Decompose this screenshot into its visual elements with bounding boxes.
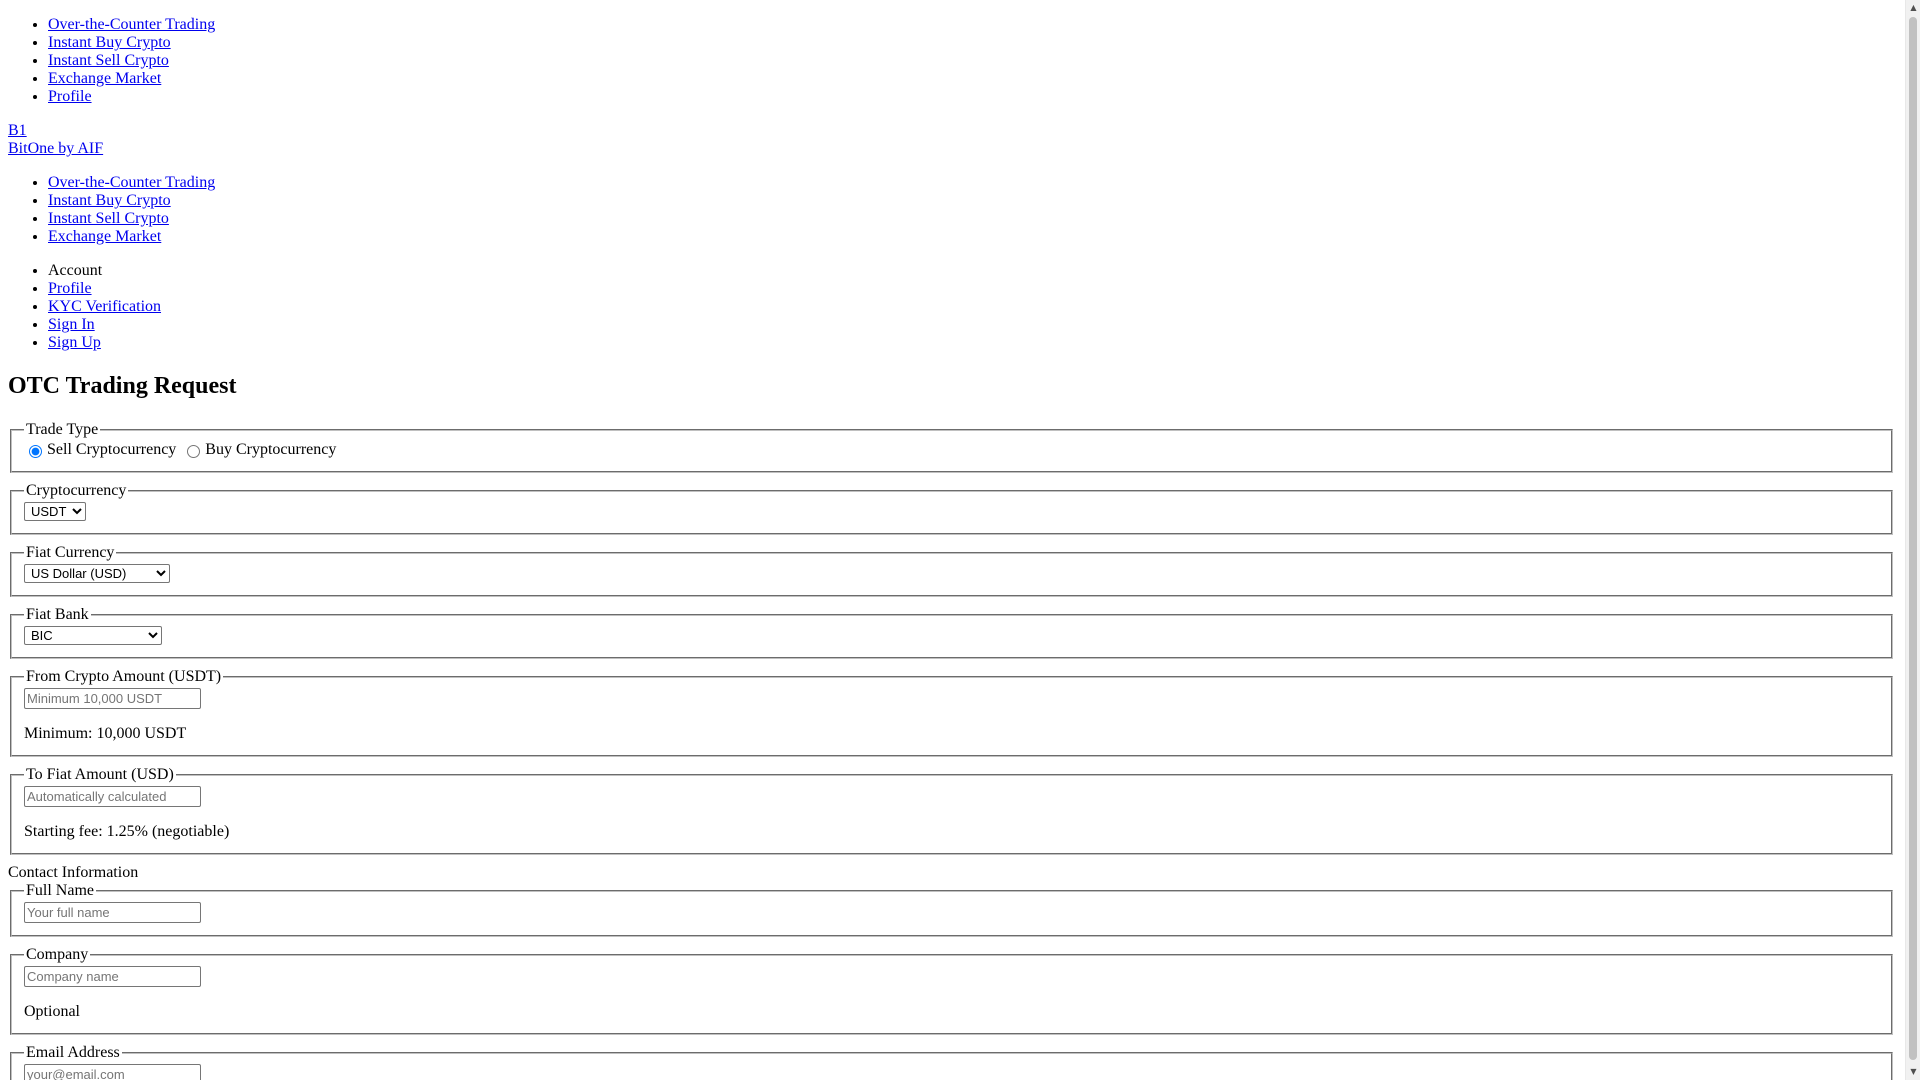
top-nav-item: Exchange Market: [48, 70, 1895, 88]
fiat-currency-legend: Fiat Currency: [26, 544, 115, 561]
account-link-sign-in[interactable]: Sign In: [48, 316, 95, 333]
otc-request-form: Trade Type Sell Cryptocurrency Buy Crypt…: [8, 421, 1895, 1080]
main-nav: Over-the-Counter Trading Instant Buy Cry…: [8, 174, 1895, 246]
account-menu-item: KYC Verification: [48, 298, 1895, 316]
from-amount-legend: From Crypto Amount (USDT): [26, 668, 222, 685]
contact-info-heading: Contact Information: [8, 864, 139, 881]
brand-logo-link[interactable]: B1: [8, 122, 1895, 140]
top-nav-link-otc[interactable]: Over-the-Counter Trading: [48, 16, 215, 33]
top-nav-item: Instant Buy Crypto: [48, 34, 1895, 52]
account-menu: Account Profile KYC Verification Sign In…: [8, 262, 1895, 352]
account-link-kyc[interactable]: KYC Verification: [48, 298, 161, 315]
trade-type-options: Sell Cryptocurrency Buy Cryptocurrency: [24, 441, 1879, 459]
sell-crypto-radio[interactable]: [29, 445, 42, 458]
account-link-profile[interactable]: Profile: [48, 280, 92, 297]
main-nav-item: Exchange Market: [48, 228, 1895, 246]
company-help: Optional: [24, 1003, 80, 1020]
sell-crypto-label[interactable]: Sell Cryptocurrency: [47, 441, 176, 459]
account-menu-item: Sign Up: [48, 334, 1895, 352]
email-fieldset: Email Address: [10, 1044, 1893, 1080]
top-nav-link-instant-sell[interactable]: Instant Sell Crypto: [48, 52, 169, 69]
cryptocurrency-legend: Cryptocurrency: [26, 482, 127, 499]
buy-crypto-radio[interactable]: [187, 445, 201, 458]
top-nav-link-exchange[interactable]: Exchange Market: [48, 70, 161, 87]
top-nav-link-instant-buy[interactable]: Instant Buy Crypto: [48, 34, 171, 51]
trade-type-fieldset: Trade Type Sell Cryptocurrency Buy Crypt…: [10, 421, 1893, 473]
scrollbar-thumb[interactable]: [1909, 17, 1917, 1060]
from-amount-fieldset: From Crypto Amount (USDT) Minimum: 10,00…: [10, 668, 1893, 757]
account-link-sign-up[interactable]: Sign Up: [48, 334, 101, 351]
fiat-currency-fieldset: Fiat Currency US Dollar (USD): [10, 544, 1893, 597]
company-legend: Company: [26, 946, 89, 963]
from-amount-help: Minimum: 10,000 USDT: [24, 725, 187, 742]
main-nav-link-exchange[interactable]: Exchange Market: [48, 228, 161, 245]
account-menu-heading: Account: [48, 262, 1895, 280]
buy-crypto-label[interactable]: Buy Cryptocurrency: [205, 441, 336, 459]
full-name-input[interactable]: [24, 902, 201, 923]
full-name-fieldset: Full Name: [10, 882, 1893, 937]
full-name-legend: Full Name: [26, 882, 94, 899]
cryptocurrency-select[interactable]: USDT: [24, 502, 86, 521]
page-scrollbar[interactable]: ▲ ▼: [1905, 0, 1920, 1080]
main-nav-item: Instant Sell Crypto: [48, 210, 1895, 228]
to-amount-legend: To Fiat Amount (USD): [26, 766, 174, 783]
fiat-currency-select[interactable]: US Dollar (USD): [24, 564, 170, 583]
company-input[interactable]: [24, 966, 201, 987]
to-amount-fieldset: To Fiat Amount (USD) Starting fee: 1.25%…: [10, 766, 1893, 855]
trade-type-legend: Trade Type: [26, 421, 99, 438]
cryptocurrency-fieldset: Cryptocurrency USDT: [10, 482, 1893, 535]
email-input[interactable]: [24, 1064, 201, 1080]
top-nav-link-profile[interactable]: Profile: [48, 88, 92, 105]
page-title: OTC Trading Request: [8, 373, 237, 399]
main-nav-link-otc[interactable]: Over-the-Counter Trading: [48, 174, 215, 191]
page: Over-the-Counter Trading Instant Buy Cry…: [8, 0, 1895, 1080]
top-nav-item: Profile: [48, 88, 1895, 106]
brand-name-link[interactable]: BitOne by AIF: [8, 140, 1895, 158]
to-amount-input[interactable]: [24, 786, 201, 807]
top-nav: Over-the-Counter Trading Instant Buy Cry…: [8, 16, 1895, 106]
fiat-bank-legend: Fiat Bank: [26, 606, 89, 623]
main-nav-item: Over-the-Counter Trading: [48, 174, 1895, 192]
company-fieldset: Company Optional: [10, 946, 1893, 1035]
brand: B1 BitOne by AIF: [8, 122, 1895, 158]
from-amount-input[interactable]: [24, 688, 201, 709]
fiat-bank-fieldset: Fiat Bank BIC: [10, 606, 1893, 659]
main-nav-link-instant-buy[interactable]: Instant Buy Crypto: [48, 192, 171, 209]
fiat-bank-select[interactable]: BIC: [24, 626, 162, 645]
main-nav-item: Instant Buy Crypto: [48, 192, 1895, 210]
account-menu-item: Profile: [48, 280, 1895, 298]
top-nav-item: Instant Sell Crypto: [48, 52, 1895, 70]
to-amount-help: Starting fee: 1.25% (negotiable): [24, 823, 230, 840]
scroll-down-icon[interactable]: ▼: [1906, 1064, 1920, 1080]
scroll-up-icon[interactable]: ▲: [1906, 0, 1920, 16]
main-nav-link-instant-sell[interactable]: Instant Sell Crypto: [48, 210, 169, 227]
account-menu-item: Sign In: [48, 316, 1895, 334]
top-nav-item: Over-the-Counter Trading: [48, 16, 1895, 34]
email-legend: Email Address: [26, 1044, 120, 1061]
